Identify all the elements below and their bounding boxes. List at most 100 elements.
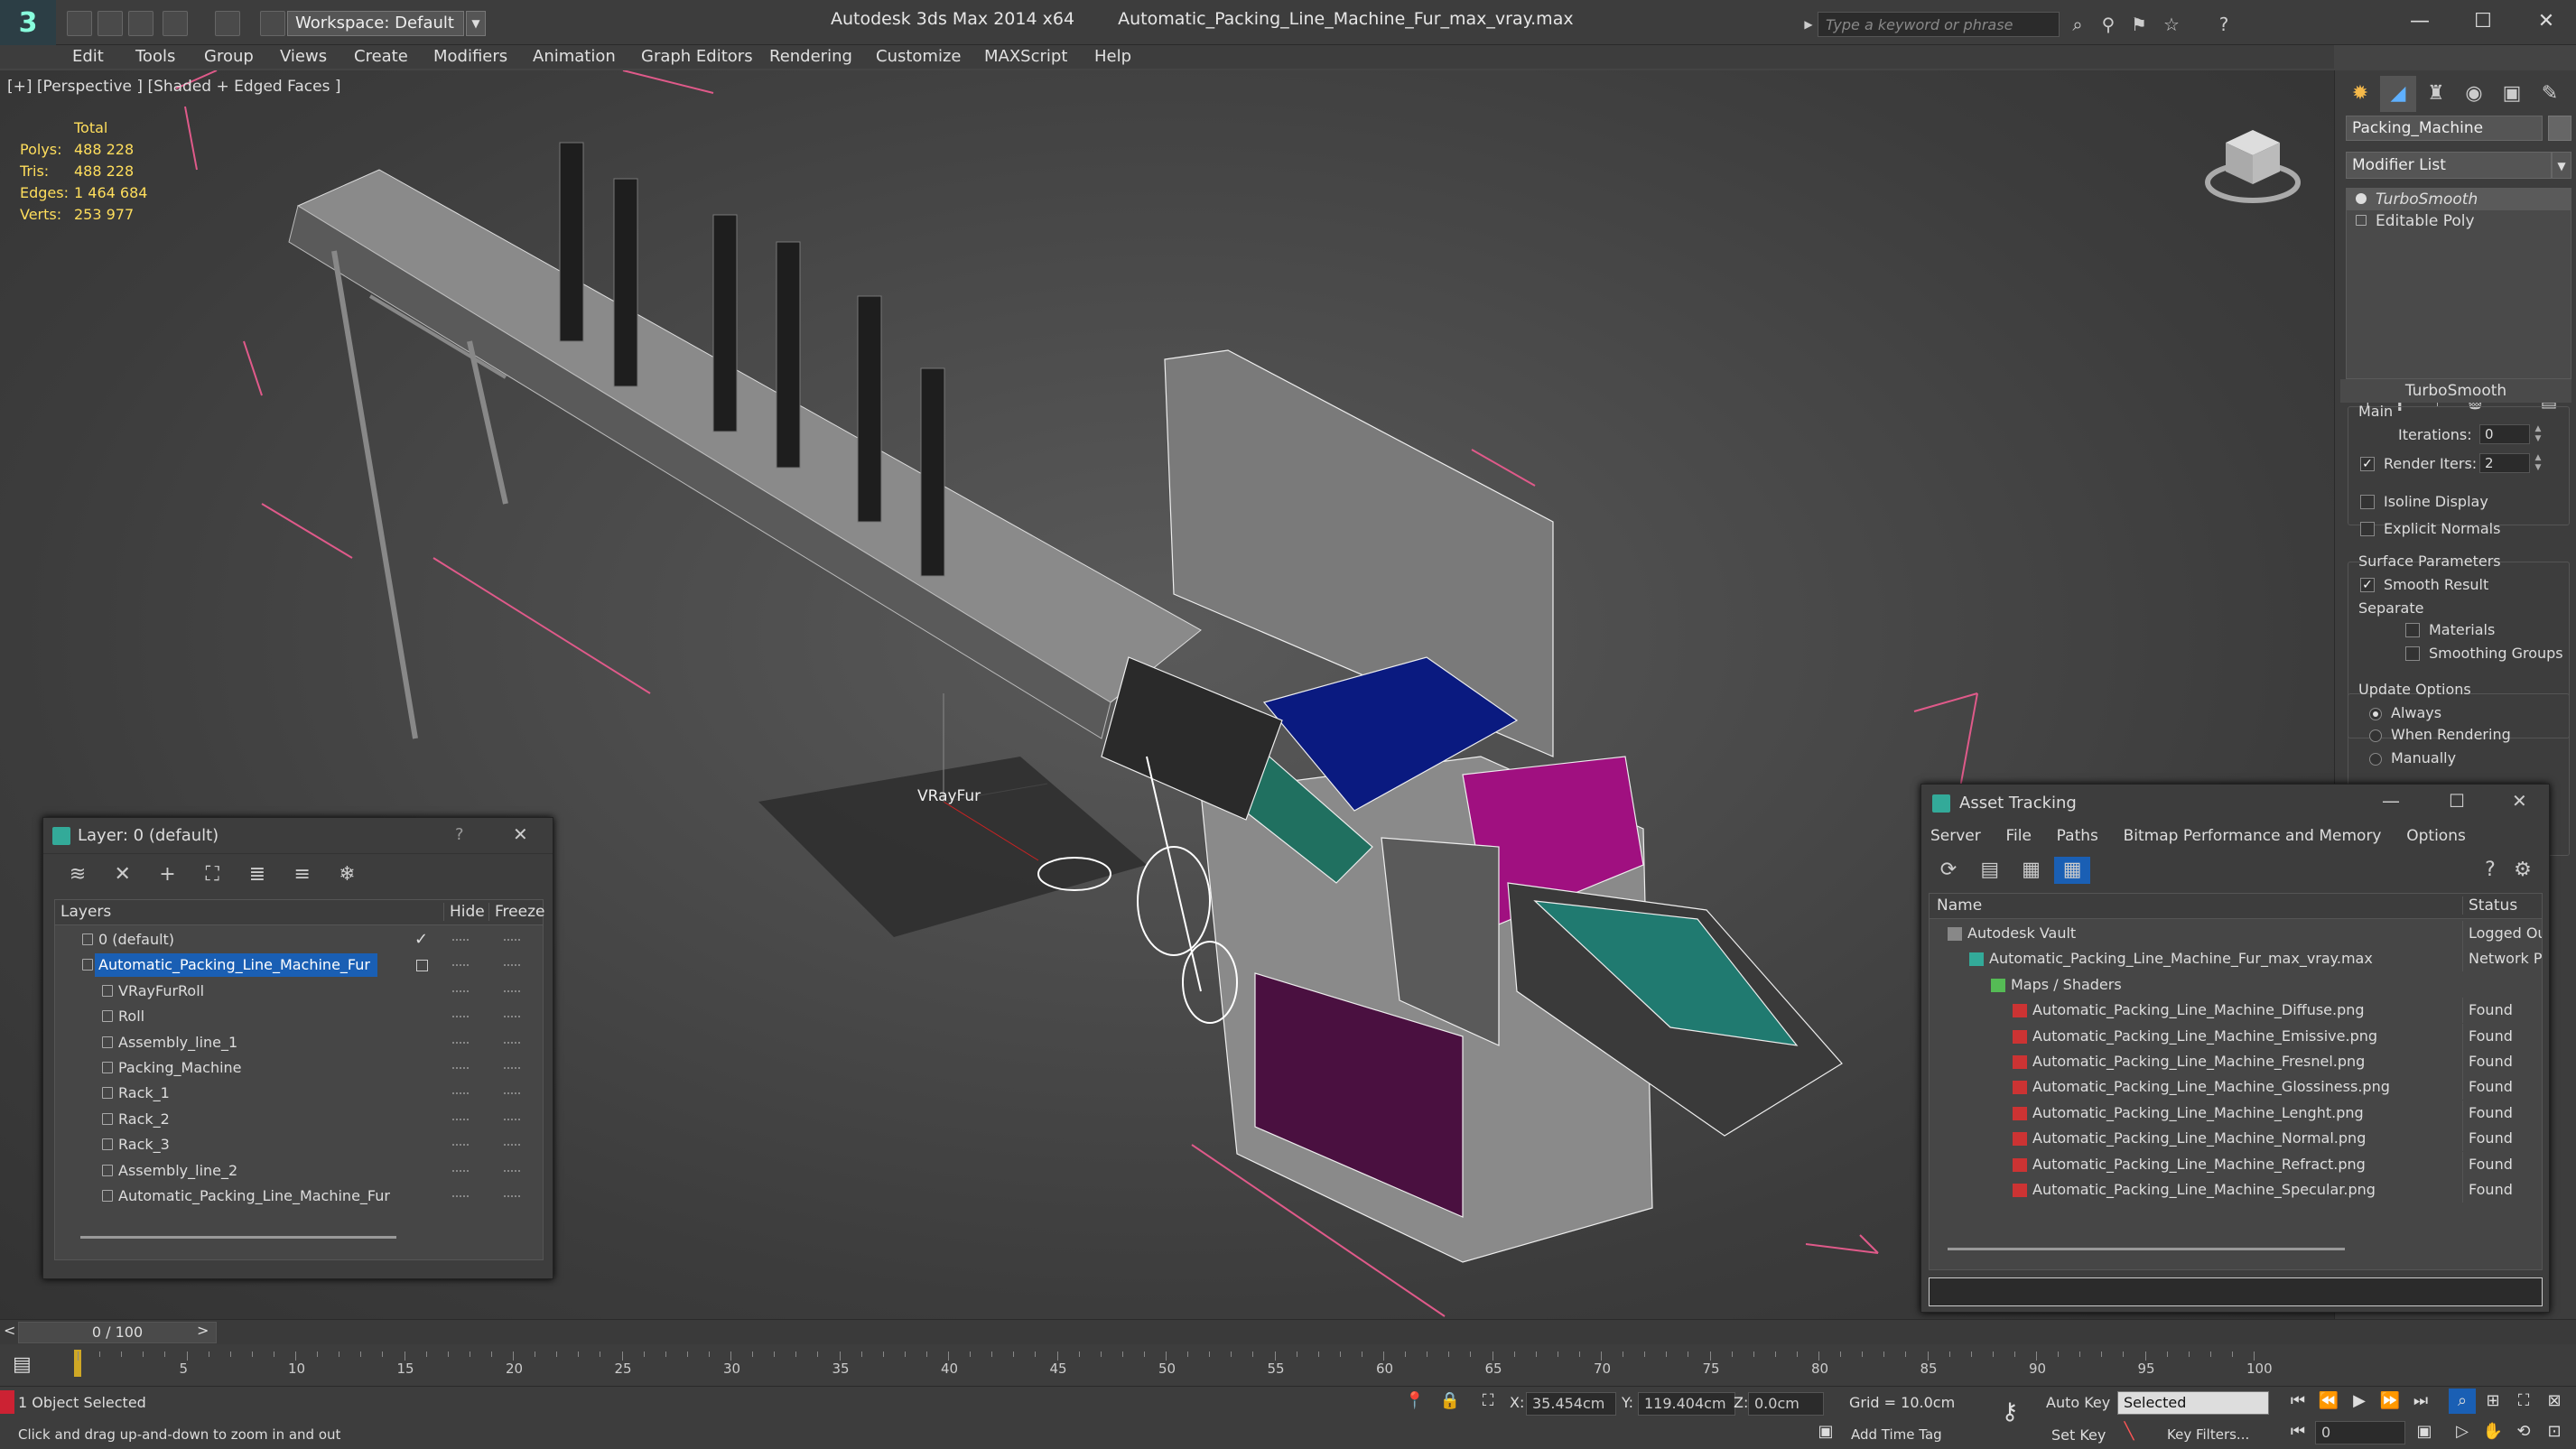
set-key-button[interactable]: Set Key <box>2051 1426 2106 1444</box>
go-to-end-icon[interactable]: ⏭ <box>2407 1389 2434 1414</box>
close-icon[interactable]: ✕ <box>513 823 528 845</box>
render-iters-checkbox[interactable]: ✓ <box>2360 457 2375 471</box>
asset-menu-server[interactable]: Server <box>1930 827 1981 845</box>
hide-toggle[interactable] <box>452 1041 469 1044</box>
minimize-icon[interactable]: — <box>2382 790 2400 812</box>
layer-row[interactable]: Roll <box>55 1004 543 1029</box>
layer-name[interactable]: Rack_2 <box>115 1108 177 1131</box>
layer-row[interactable]: Automatic_Packing_Line_Machine_Fur <box>55 1184 543 1209</box>
spinner-arrows-icon[interactable]: ▲ ▼ <box>2532 424 2544 444</box>
layer-row[interactable]: VRayFurRoll <box>55 979 543 1004</box>
layer-name[interactable]: Roll <box>115 1005 152 1028</box>
open-file-icon[interactable] <box>98 11 123 36</box>
maxscript-listener-icon[interactable] <box>0 1390 14 1414</box>
col-name[interactable]: Name <box>1937 896 1982 915</box>
smoothing-groups-checkbox[interactable] <box>2405 646 2420 661</box>
menu-rendering[interactable]: Rendering <box>769 45 852 69</box>
utilities-tab-icon[interactable]: ✎ <box>2532 76 2568 112</box>
hide-toggle[interactable] <box>452 989 469 992</box>
horizontal-scrollbar[interactable] <box>1948 1248 2345 1250</box>
close-icon[interactable]: ✕ <box>2512 790 2527 812</box>
subscription-icon[interactable]: ⚲ <box>2097 13 2120 36</box>
table-view-icon[interactable]: ▦ <box>2054 857 2091 884</box>
maximize-icon[interactable]: ☐ <box>2456 5 2510 38</box>
select-objects-icon[interactable]: ⛶ <box>192 861 232 888</box>
layer-name[interactable]: Automatic_Packing_Line_Machine_Fur <box>95 953 377 978</box>
lock-icon[interactable]: 🔒 <box>1439 1389 1461 1414</box>
minimize-icon[interactable]: — <box>2393 5 2447 38</box>
asset-row[interactable]: Automatic_Packing_Line_Machine_Normal.pn… <box>1930 1126 2542 1152</box>
when-rendering-radio[interactable] <box>2369 729 2382 742</box>
freeze-toggle[interactable] <box>504 1169 520 1172</box>
asset-row[interactable]: Maps / Shaders <box>1930 972 2542 998</box>
list-view-icon[interactable]: ▤ <box>1972 857 2008 884</box>
orbit-icon[interactable]: ⟲ <box>2510 1419 2537 1444</box>
iterations-spinner[interactable]: 0 <box>2479 424 2530 444</box>
layer-name[interactable]: VRayFurRoll <box>115 980 211 1003</box>
binoculars-icon[interactable]: ⌕ <box>2066 13 2089 36</box>
key-mode-toggle-icon[interactable]: ⏮ <box>2284 1419 2311 1444</box>
menu-animation[interactable]: Animation <box>533 45 616 69</box>
hierarchy-tab-icon[interactable]: ♜ <box>2418 76 2454 112</box>
lightbulb-icon[interactable] <box>2356 193 2367 204</box>
search-input[interactable]: Type a keyword or phrase <box>1818 12 2060 37</box>
key-filters-button[interactable]: Key Filters... <box>2167 1426 2249 1443</box>
object-color-swatch[interactable] <box>2548 116 2571 141</box>
menu-customize[interactable]: Customize <box>876 45 961 69</box>
hide-all-icon[interactable]: ≡ <box>283 861 322 888</box>
zoom-extents-all-icon[interactable]: ⊠ <box>2541 1389 2568 1414</box>
menu-graph-editors[interactable]: Graph Editors <box>641 45 753 69</box>
asset-row[interactable]: Automatic_Packing_Line_Machine_Fur_max_v… <box>1930 946 2542 972</box>
render-iters-spinner[interactable]: 2 <box>2479 453 2530 473</box>
asset-menu-options[interactable]: Options <box>2406 827 2466 845</box>
asset-row[interactable]: Automatic_Packing_Line_Machine_Specular.… <box>1930 1177 2542 1203</box>
z-coordinate-field[interactable]: 0.0cm <box>1748 1392 1824 1416</box>
freeze-all-icon[interactable]: ❄ <box>327 861 367 888</box>
time-slider[interactable]: < 0 / 100 > <box>0 1319 2576 1344</box>
plus-box-icon[interactable] <box>2356 215 2367 226</box>
layer-properties-icon[interactable]: ≋ <box>58 861 98 888</box>
layer-row[interactable]: 0 (default) ✓ <box>55 927 543 952</box>
layer-name[interactable]: Packing_Machine <box>115 1056 249 1080</box>
layer-row[interactable]: Assembly_line_1 <box>55 1030 543 1055</box>
horizontal-scrollbar[interactable] <box>80 1236 396 1239</box>
freeze-toggle[interactable] <box>504 1016 520 1018</box>
asset-row[interactable]: Automatic_Packing_Line_Machine_Lenght.pn… <box>1930 1100 2542 1126</box>
layer-name[interactable]: Assembly_line_2 <box>115 1159 245 1183</box>
modifier-list-dropdown[interactable]: Modifier List <box>2346 152 2552 179</box>
stack-item-editable-poly[interactable]: Editable Poly <box>2347 210 2571 232</box>
layer-name[interactable]: Automatic_Packing_Line_Machine_Fur <box>115 1184 397 1208</box>
asset-row[interactable]: Autodesk Vault Logged Ou <box>1930 921 2542 946</box>
hide-toggle[interactable] <box>452 964 469 967</box>
menu-help[interactable]: Help <box>1094 45 1131 69</box>
hide-toggle[interactable] <box>452 1016 469 1018</box>
asset-path-field[interactable] <box>1929 1277 2543 1306</box>
layer-row[interactable]: Rack_1 <box>55 1081 543 1106</box>
motion-tab-icon[interactable]: ◉ <box>2456 76 2492 112</box>
layer-row[interactable]: Rack_2 <box>55 1107 543 1132</box>
isoline-checkbox[interactable] <box>2360 495 2375 509</box>
highlight-layer-icon[interactable]: ≣ <box>237 861 277 888</box>
chevron-down-icon[interactable]: ▼ <box>466 11 486 36</box>
hide-toggle[interactable] <box>452 1169 469 1172</box>
asset-menu-bitmap[interactable]: Bitmap Performance and Memory <box>2124 827 2382 845</box>
hide-toggle[interactable] <box>452 1195 469 1197</box>
menu-tools[interactable]: Tools <box>135 45 175 69</box>
save-file-icon[interactable] <box>128 11 153 36</box>
menu-views[interactable]: Views <box>280 45 327 69</box>
asset-row[interactable]: Automatic_Packing_Line_Machine_Refract.p… <box>1930 1151 2542 1177</box>
viewcube-icon[interactable] <box>2203 112 2302 211</box>
delete-layer-icon[interactable]: ✕ <box>103 861 143 888</box>
add-time-tag[interactable]: Add Time Tag <box>1851 1426 1942 1443</box>
help-icon[interactable]: ? <box>455 825 464 844</box>
add-layer-icon[interactable]: + <box>147 861 187 888</box>
col-status[interactable]: Status <box>2462 896 2517 915</box>
object-name-field[interactable]: Packing_Machine <box>2346 116 2543 141</box>
asset-row[interactable]: Automatic_Packing_Line_Machine_Emissive.… <box>1930 1023 2542 1049</box>
go-to-start-icon[interactable]: ⏮ <box>2284 1389 2311 1414</box>
freeze-toggle[interactable] <box>504 1144 520 1147</box>
new-file-icon[interactable] <box>67 11 92 36</box>
layer-name[interactable]: Rack_3 <box>115 1133 177 1156</box>
col-hide[interactable]: Hide <box>443 903 485 921</box>
create-tab-icon[interactable]: ✹ <box>2342 76 2378 112</box>
